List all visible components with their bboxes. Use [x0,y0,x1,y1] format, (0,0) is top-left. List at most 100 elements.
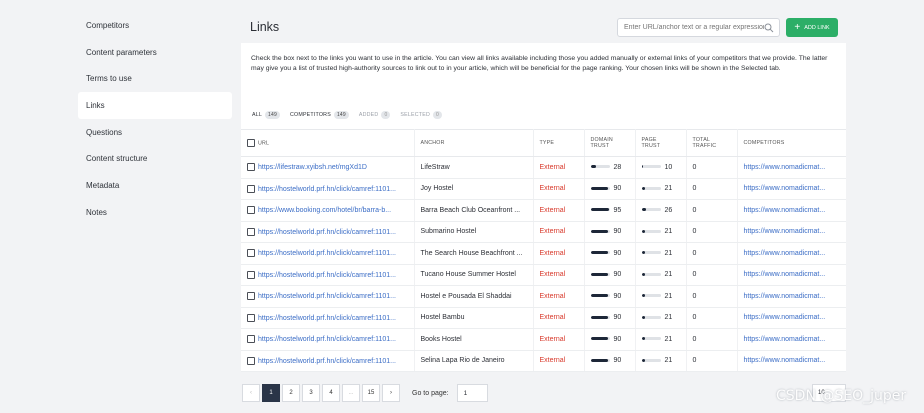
url-link[interactable]: https://hostelworld.prf.hn/click/camref:… [258,358,396,365]
tab-competitors[interactable]: COMPETITORS 149 [290,111,349,119]
search-icon[interactable] [764,23,774,33]
column-header-domain-trust[interactable]: DOMAIN TRUST [584,129,636,157]
page-trust-value: 21 [664,335,673,343]
page-trust-bar [641,358,661,362]
url-link[interactable]: https://www.booking.com/hotel/br/barra-b… [258,207,391,214]
page-trust-value: 21 [664,357,673,365]
domain-trust-bar-fill [590,358,608,362]
column-header-type[interactable]: TYPE [533,129,585,157]
competitor-link[interactable]: https://www.nomadicmat... [737,328,846,351]
next-page-button[interactable]: › [382,384,400,402]
url-link[interactable]: https://hostelworld.prf.hn/click/camref:… [258,229,396,236]
search-input[interactable] [624,24,764,31]
search-box[interactable] [617,18,780,37]
url-cell: https://hostelworld.prf.hn/click/camref:… [241,178,415,200]
competitor-link[interactable]: https://www.nomadicmat... [737,156,846,179]
select-all-checkbox[interactable] [247,139,255,147]
competitor-link[interactable]: https://www.nomadicmat... [737,350,846,372]
competitor-link[interactable]: https://www.nomadicmat... [737,242,846,265]
page-button[interactable]: 4 [322,384,340,402]
url-header-label: URL [258,140,270,147]
domain-trust-cell: 90 [584,285,636,308]
column-header-anchor[interactable]: ANCHOR [414,129,534,157]
domain-trust-bar [590,165,610,169]
url-cell: https://hostelworld.prf.hn/click/camref:… [241,221,415,243]
competitor-link[interactable]: https://www.nomadicmat... [737,221,846,243]
column-header-page-trust[interactable]: PAGE TRUST [635,129,687,157]
tab-selected[interactable]: SELECTED 0 [400,111,442,119]
table-row[interactable]: https://hostelworld.prf.hn/click/camref:… [241,285,846,308]
row-checkbox[interactable] [247,249,255,258]
page-trust-cell: 21 [635,307,687,329]
table-row[interactable]: https://hostelworld.prf.hn/click/camref:… [241,350,846,372]
row-checkbox[interactable] [247,206,255,215]
page-trust-bar [641,165,661,169]
add-link-button[interactable]: + ADD LINK [786,18,838,37]
page-button[interactable]: 1 [262,384,280,402]
url-cell: https://hostelworld.prf.hn/click/camref:… [241,264,415,286]
type-cell: External [533,285,585,308]
page-button[interactable]: 3 [302,384,320,402]
url-link[interactable]: https://lifestraw.xyibsh.net/mgXd1D [258,164,367,171]
sidebar-item-competitors[interactable]: Competitors [78,12,232,39]
row-checkbox[interactable] [247,163,255,172]
pagination: ‹ 1 2 3 4 ... 15 › Go to page: 1 [242,384,488,402]
row-checkbox[interactable] [247,292,255,301]
tab-all[interactable]: ALL 149 [252,111,280,119]
sidebar-item-links[interactable]: Links [78,92,232,119]
goto-page-input[interactable]: 1 [456,384,488,402]
page-trust-bar-fill [641,165,644,169]
page-trust-bar [641,251,661,255]
competitor-link[interactable]: https://www.nomadicmat... [737,178,846,200]
url-link[interactable]: https://hostelworld.prf.hn/click/camref:… [258,336,396,343]
row-checkbox[interactable] [247,335,255,344]
table-row[interactable]: https://hostelworld.prf.hn/click/camref:… [241,328,846,351]
sidebar-item-content-structure[interactable]: Content structure [78,145,232,172]
row-checkbox[interactable] [247,270,255,279]
domain-trust-cell: 28 [584,156,636,179]
table-row[interactable]: https://lifestraw.xyibsh.net/mgXd1D LifeS… [241,156,846,179]
competitor-link[interactable]: https://www.nomadicmat... [737,199,846,222]
sidebar-item-questions[interactable]: Questions [78,119,232,146]
sidebar-item-terms-to-use[interactable]: Terms to use [78,65,232,92]
prev-page-button[interactable]: ‹ [242,384,260,402]
competitor-link[interactable]: https://www.nomadicmat... [737,264,846,286]
url-link[interactable]: https://hostelworld.prf.hn/click/camref:… [258,315,396,322]
competitor-link[interactable]: https://www.nomadicmat... [737,307,846,329]
table-row[interactable]: https://hostelworld.prf.hn/click/camref:… [241,242,846,265]
type-cell: External [533,350,585,372]
url-link[interactable]: https://hostelworld.prf.hn/click/camref:… [258,186,396,193]
page-trust-value: 21 [664,249,673,257]
url-cell: https://hostelworld.prf.hn/click/camref:… [241,285,415,308]
sidebar-item-metadata[interactable]: Metadata [78,172,232,199]
url-link[interactable]: https://hostelworld.prf.hn/click/camref:… [258,293,396,300]
table-row[interactable]: https://hostelworld.prf.hn/click/camref:… [241,221,846,243]
domain-trust-cell: 90 [584,264,636,286]
competitor-link[interactable]: https://www.nomadicmat... [737,285,846,308]
row-checkbox[interactable] [247,227,255,236]
page-trust-bar-fill [641,251,646,255]
anchor-cell: Hostel Bambu [414,307,534,329]
column-header-competitors[interactable]: COMPETITORS [737,129,846,157]
sidebar-item-content-parameters[interactable]: Content parameters [78,39,232,66]
row-checkbox[interactable] [247,356,255,365]
tab-added[interactable]: ADDED 0 [359,111,391,119]
domain-trust-bar [590,186,610,190]
column-header-total-traffic[interactable]: TOTAL TRAFFIC [686,129,738,157]
page-button[interactable]: 2 [282,384,300,402]
url-link[interactable]: https://hostelworld.prf.hn/click/camref:… [258,272,396,279]
page-ellipsis: ... [342,384,360,402]
sidebar-item-notes[interactable]: Notes [78,199,232,226]
page-button[interactable]: 15 [362,384,380,402]
column-header-url[interactable]: URL [241,129,415,157]
anchor-cell: Books Hostel [414,328,534,351]
table-row[interactable]: https://hostelworld.prf.hn/click/camref:… [241,178,846,200]
table-row[interactable]: https://hostelworld.prf.hn/click/camref:… [241,307,846,329]
url-link[interactable]: https://hostelworld.prf.hn/click/camref:… [258,250,396,257]
domain-trust-bar-fill [590,186,608,190]
table-row[interactable]: https://hostelworld.prf.hn/click/camref:… [241,264,846,286]
table-row[interactable]: https://www.booking.com/hotel/br/barra-b… [241,199,846,222]
row-checkbox[interactable] [247,184,255,193]
page-trust-cell: 21 [635,285,687,308]
row-checkbox[interactable] [247,313,255,322]
